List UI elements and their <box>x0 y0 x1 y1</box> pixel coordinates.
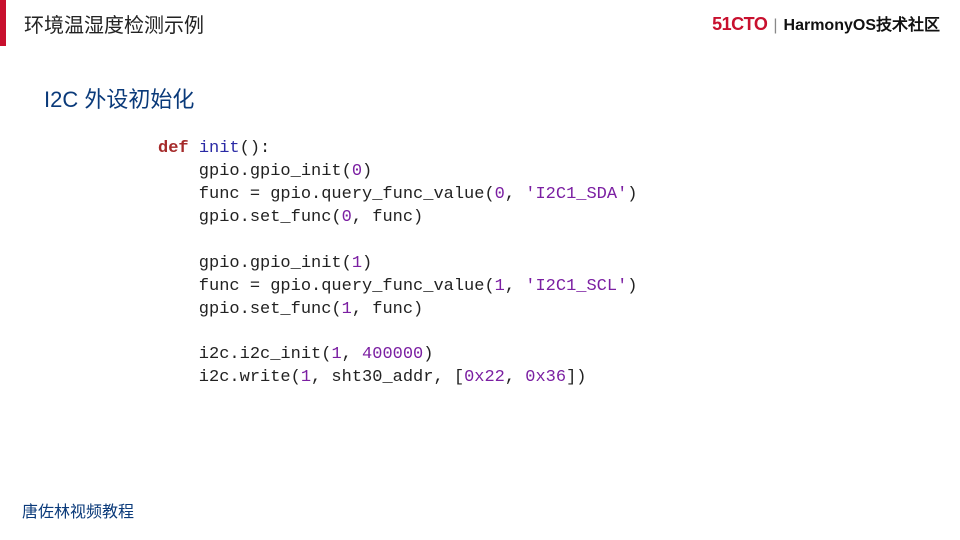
code-text: gpio.set_func( <box>158 208 342 227</box>
code-text: func = gpio.query_func_value( <box>158 277 495 296</box>
code-block: def init(): gpio.gpio_init(0) func = gpi… <box>158 138 638 390</box>
code-text: , func) <box>352 300 423 319</box>
accent-bar <box>0 0 6 46</box>
page-title: 环境温湿度检测示例 <box>24 9 204 38</box>
code-text: , <box>505 277 525 296</box>
code-number: 0x22 <box>464 368 505 387</box>
header-right: 51CTO | HarmonyOS技术社区 <box>712 11 940 35</box>
code-number: 1 <box>495 277 505 296</box>
code-text: ) <box>627 185 637 204</box>
code-text: ) <box>362 162 372 181</box>
logo-text: 51CTO <box>712 14 767 35</box>
code-number: 0 <box>495 185 505 204</box>
code-text: , <box>505 368 525 387</box>
code-number: 1 <box>331 345 341 364</box>
code-text: , <box>505 185 525 204</box>
code-text: , sht30_addr, [ <box>311 368 464 387</box>
slide: 环境温湿度检测示例 51CTO | HarmonyOS技术社区 I2C 外设初始… <box>0 0 960 540</box>
code-text: , <box>342 345 362 364</box>
code-text: ) <box>423 345 433 364</box>
logo-divider: | <box>773 17 777 35</box>
code-number: 1 <box>352 254 362 273</box>
code-text: i2c.write( <box>158 368 301 387</box>
code-text: i2c.i2c_init( <box>158 345 331 364</box>
code-text: ]) <box>566 368 586 387</box>
code-string: 'I2C1_SDA' <box>525 185 627 204</box>
code-text: func = gpio.query_func_value( <box>158 185 495 204</box>
code-number: 0 <box>342 208 352 227</box>
code-string: 'I2C1_SCL' <box>525 277 627 296</box>
code-number: 0 <box>352 162 362 181</box>
code-text: ) <box>362 254 372 273</box>
code-number: 400000 <box>362 345 423 364</box>
code-text: , func) <box>352 208 423 227</box>
header: 环境温湿度检测示例 51CTO | HarmonyOS技术社区 <box>0 0 960 46</box>
code-number: 0x36 <box>525 368 566 387</box>
code-funcname: init <box>199 139 240 158</box>
code-text: gpio.gpio_init( <box>158 254 352 273</box>
footer-text: 唐佐林视频教程 <box>22 498 134 522</box>
community-label: HarmonyOS技术社区 <box>784 11 940 35</box>
code-number: 1 <box>342 300 352 319</box>
code-text: (): <box>240 139 271 158</box>
code-keyword: def <box>158 139 189 158</box>
code-text: ) <box>627 277 637 296</box>
code-text: gpio.set_func( <box>158 300 342 319</box>
code-text: gpio.gpio_init( <box>158 162 352 181</box>
section-title: I2C 外设初始化 <box>44 82 194 114</box>
code-number: 1 <box>301 368 311 387</box>
